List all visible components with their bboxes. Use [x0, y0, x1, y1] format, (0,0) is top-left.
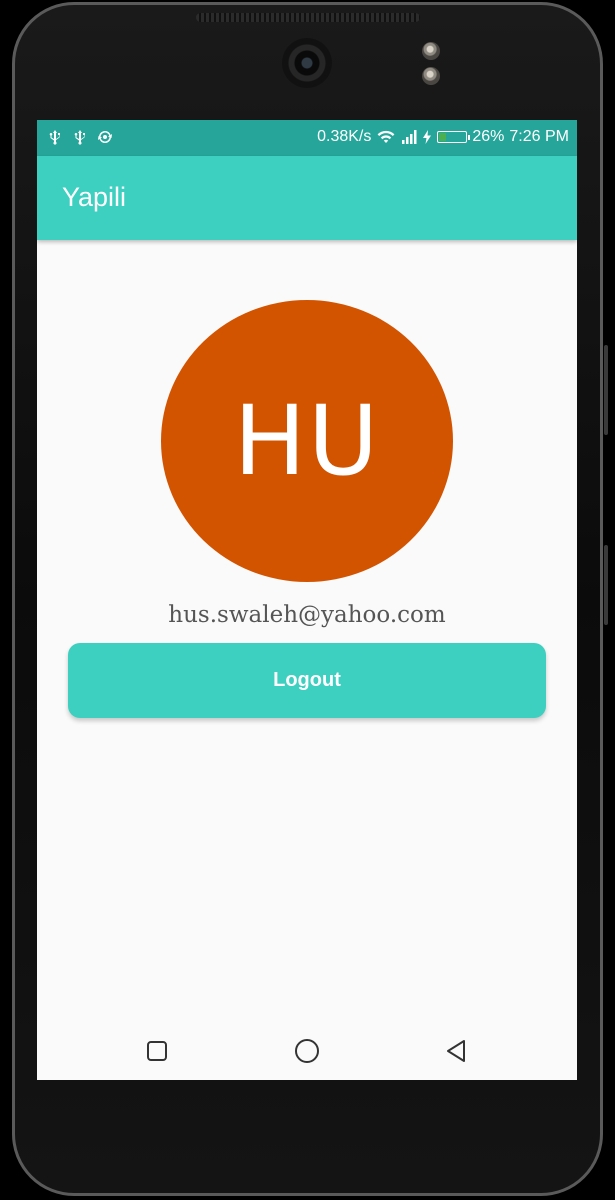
avatar-initials: HU	[233, 385, 381, 497]
charging-icon	[422, 129, 432, 145]
front-camera	[282, 38, 332, 88]
navigation-bar	[37, 1020, 577, 1080]
phone-frame: 0.38K/s 26% 7:26 PM Yapili HU hus.swaleh…	[0, 0, 615, 1200]
recents-icon[interactable]	[144, 1038, 170, 1064]
app-title: Yapili	[62, 182, 127, 212]
usb-icon	[47, 129, 63, 145]
sync-icon	[97, 129, 113, 145]
light-sensor	[422, 67, 440, 85]
user-email: hus.swaleh@yahoo.com	[168, 602, 446, 628]
status-system-info: 0.38K/s 26% 7:26 PM	[317, 128, 569, 146]
signal-icon	[401, 129, 417, 145]
wifi-icon	[376, 129, 396, 145]
usb-icon	[72, 129, 88, 145]
app-screen: 0.38K/s 26% 7:26 PM Yapili HU hus.swaleh…	[37, 120, 577, 1080]
battery-icon	[437, 131, 471, 143]
status-notification-icons	[47, 129, 113, 145]
battery-percent: 26%	[472, 128, 505, 145]
app-bar: Yapili	[37, 156, 577, 240]
home-icon[interactable]	[294, 1038, 320, 1064]
back-icon[interactable]	[444, 1038, 470, 1064]
proximity-sensor	[422, 42, 440, 60]
volume-button	[604, 345, 608, 435]
power-button	[604, 545, 608, 625]
clock: 7:26 PM	[509, 128, 569, 145]
earpiece-speaker	[196, 13, 420, 22]
network-speed: 0.38K/s	[317, 128, 372, 145]
battery-level	[439, 133, 447, 141]
logout-button[interactable]: Logout	[68, 643, 546, 718]
status-bar: 0.38K/s 26% 7:26 PM	[37, 120, 577, 156]
avatar: HU	[161, 300, 453, 582]
